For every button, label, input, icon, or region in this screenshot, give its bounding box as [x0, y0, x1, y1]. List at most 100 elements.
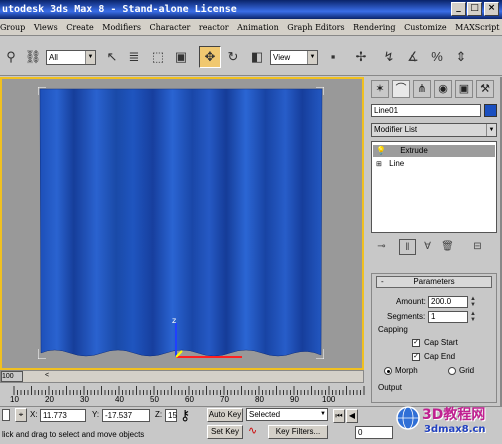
spinner-arrows-icon[interactable]: ▲ ▼ — [469, 296, 477, 308]
create-tab-icon[interactable]: ✶ — [371, 80, 389, 98]
selection-filter-dropdown[interactable]: All ▼ — [46, 50, 96, 65]
cap-end-checkbox[interactable]: ✓ — [412, 353, 420, 361]
menu-modifiers[interactable]: Modifiers — [102, 23, 141, 32]
spinner-snap-icon[interactable]: ⇕ — [450, 46, 472, 68]
modify-tab-icon[interactable]: ⌒ — [392, 80, 410, 98]
select-by-name-icon[interactable]: ≣ — [123, 46, 145, 68]
amount-spinner[interactable]: 200.0 ▲ ▼ — [428, 296, 476, 308]
menu-create[interactable]: Create — [66, 23, 93, 32]
z-coord-field[interactable]: 15 — [165, 409, 177, 422]
x-coord-field[interactable]: 11.773 — [40, 409, 86, 422]
show-end-result-icon[interactable]: ‖ — [399, 239, 416, 255]
rect-select-icon[interactable]: ⬚ — [147, 46, 169, 68]
key-filters-label: Key Filters... — [275, 427, 321, 436]
current-frame-field[interactable]: 0 — [355, 426, 393, 439]
ref-coord-dropdown[interactable]: View ▼ — [270, 50, 318, 65]
modifier-list-dropdown[interactable]: Modifier List ▼ — [371, 123, 497, 137]
maximize-button[interactable]: □ — [467, 2, 482, 16]
segments-spinner[interactable]: 1 ▲ ▼ — [428, 311, 476, 323]
lightbulb-icon[interactable]: 💡 — [376, 146, 386, 155]
menu-character[interactable]: Character — [149, 23, 190, 32]
spinner-arrows-icon[interactable]: ▲ ▼ — [469, 311, 477, 323]
expand-icon[interactable]: ⊞ — [376, 161, 382, 168]
motion-tab-icon[interactable]: ◉ — [434, 80, 452, 98]
menu-graph-editors[interactable]: Graph Editors — [287, 23, 344, 32]
pin-stack-icon[interactable]: ⊸ — [373, 239, 390, 255]
amount-label: Amount: — [396, 297, 426, 306]
close-button[interactable]: × — [484, 2, 499, 16]
modifier-list-label: Modifier List — [374, 125, 418, 134]
object-color-swatch[interactable] — [484, 104, 497, 117]
pivot-icon[interactable]: ▪ — [322, 46, 344, 68]
selection-lock-icon[interactable] — [2, 409, 10, 421]
auto-key-button[interactable]: Auto Key — [207, 408, 243, 422]
rollout-title[interactable]: - Parameters — [376, 276, 492, 288]
morph-radio[interactable] — [384, 367, 392, 375]
stack-item-line[interactable]: ⊞ Line — [373, 158, 495, 170]
tick-label: 80 — [255, 395, 264, 404]
tick-label: 10 — [10, 395, 19, 404]
stack-item-extrude[interactable]: 💡 Extrude — [373, 145, 495, 157]
z-label: Z: — [155, 410, 163, 419]
configure-sets-icon[interactable]: ⊟ — [469, 239, 486, 255]
main-toolbar: ⚲ ⛓ All ▼ ↖ ≣ ⬚ ▣ ✥ ↻ ◧ View ▼ ▪ ✢ ↯ ∡ %… — [0, 36, 502, 76]
time-slider[interactable]: 100 — [1, 371, 23, 382]
key-filters-button[interactable]: Key Filters... — [268, 425, 328, 439]
time-slider-track[interactable]: 100 < — [0, 370, 364, 383]
set-key-button[interactable]: Set Key — [207, 425, 243, 439]
key-icon[interactable]: ⚷ — [180, 407, 190, 424]
tangent-icon[interactable]: ∿ — [248, 424, 257, 437]
tick-label: 30 — [80, 395, 89, 404]
y-value: -17.537 — [105, 411, 133, 420]
select-icon[interactable]: ↖ — [101, 46, 123, 68]
menu-bar: Group Views Create Modifiers Character r… — [0, 19, 502, 36]
hierarchy-tab-icon[interactable]: ⋔ — [413, 80, 431, 98]
tick-label: 70 — [220, 395, 229, 404]
menu-maxscript[interactable]: MAXScript — [455, 23, 499, 32]
minimize-button[interactable]: _ — [451, 2, 466, 16]
time-left-arrow-icon[interactable]: < — [45, 372, 49, 379]
z-value: 15 — [168, 411, 177, 420]
goto-start-icon[interactable]: ⏮ — [333, 409, 345, 423]
track-bar[interactable]: 10 20 30 40 50 60 70 80 90 100 — [0, 383, 367, 407]
rotate-icon[interactable]: ↻ — [222, 46, 244, 68]
stack-item-label: Line — [389, 159, 405, 168]
link-icon[interactable]: ⛓ — [22, 46, 44, 68]
display-tab-icon[interactable]: ▣ — [455, 80, 473, 98]
grid-radio[interactable] — [448, 367, 456, 375]
perspective-viewport[interactable]: z — [0, 77, 364, 370]
svg-text:z: z — [172, 316, 176, 325]
menu-customize[interactable]: Customize — [404, 23, 447, 32]
capping-group-label: Capping — [378, 325, 408, 334]
x-value: 11.773 — [43, 411, 67, 420]
cap-start-checkbox[interactable]: ✓ — [412, 339, 420, 347]
move-icon[interactable]: ✥ — [199, 46, 221, 68]
output-group-label: Output — [378, 383, 403, 392]
absolute-mode-icon[interactable]: ⌖ — [15, 408, 27, 422]
prev-frame-icon[interactable]: ◀ — [346, 409, 358, 423]
menu-animation[interactable]: Animation — [237, 23, 279, 32]
menu-reactor[interactable]: reactor — [199, 23, 229, 32]
title-bar: utodesk 3ds Max 8 - Stand-alone License … — [0, 0, 502, 19]
selection-filter-value: All — [49, 53, 58, 62]
y-coord-field[interactable]: -17.537 — [102, 409, 150, 422]
bind-icon[interactable]: ⚲ — [0, 46, 22, 68]
transform-gizmo-icon[interactable]: z — [162, 315, 252, 365]
percent-snap-icon[interactable]: % — [426, 46, 448, 68]
select-manipulate-icon[interactable]: ✢ — [350, 46, 372, 68]
menu-rendering[interactable]: Rendering — [353, 23, 395, 32]
make-unique-icon[interactable]: ∀ — [419, 239, 436, 255]
auto-key-label: Auto Key — [208, 410, 242, 419]
object-name-field[interactable]: Line01 — [371, 104, 481, 117]
amount-value: 200.0 — [431, 297, 452, 306]
remove-modifier-icon[interactable]: 🗑 — [439, 239, 456, 255]
snap-3d-icon[interactable]: ↯ — [378, 46, 400, 68]
utilities-tab-icon[interactable]: ⚒ — [476, 80, 494, 98]
key-mode-dropdown[interactable]: Selected ▼ — [246, 408, 328, 421]
scale-icon[interactable]: ◧ — [246, 46, 268, 68]
window-crossing-icon[interactable]: ▣ — [170, 46, 192, 68]
menu-views[interactable]: Views — [34, 23, 58, 32]
angle-snap-icon[interactable]: ∡ — [402, 46, 424, 68]
menu-group[interactable]: Group — [0, 23, 25, 32]
watermark-text: 3D教程网 — [422, 407, 486, 423]
